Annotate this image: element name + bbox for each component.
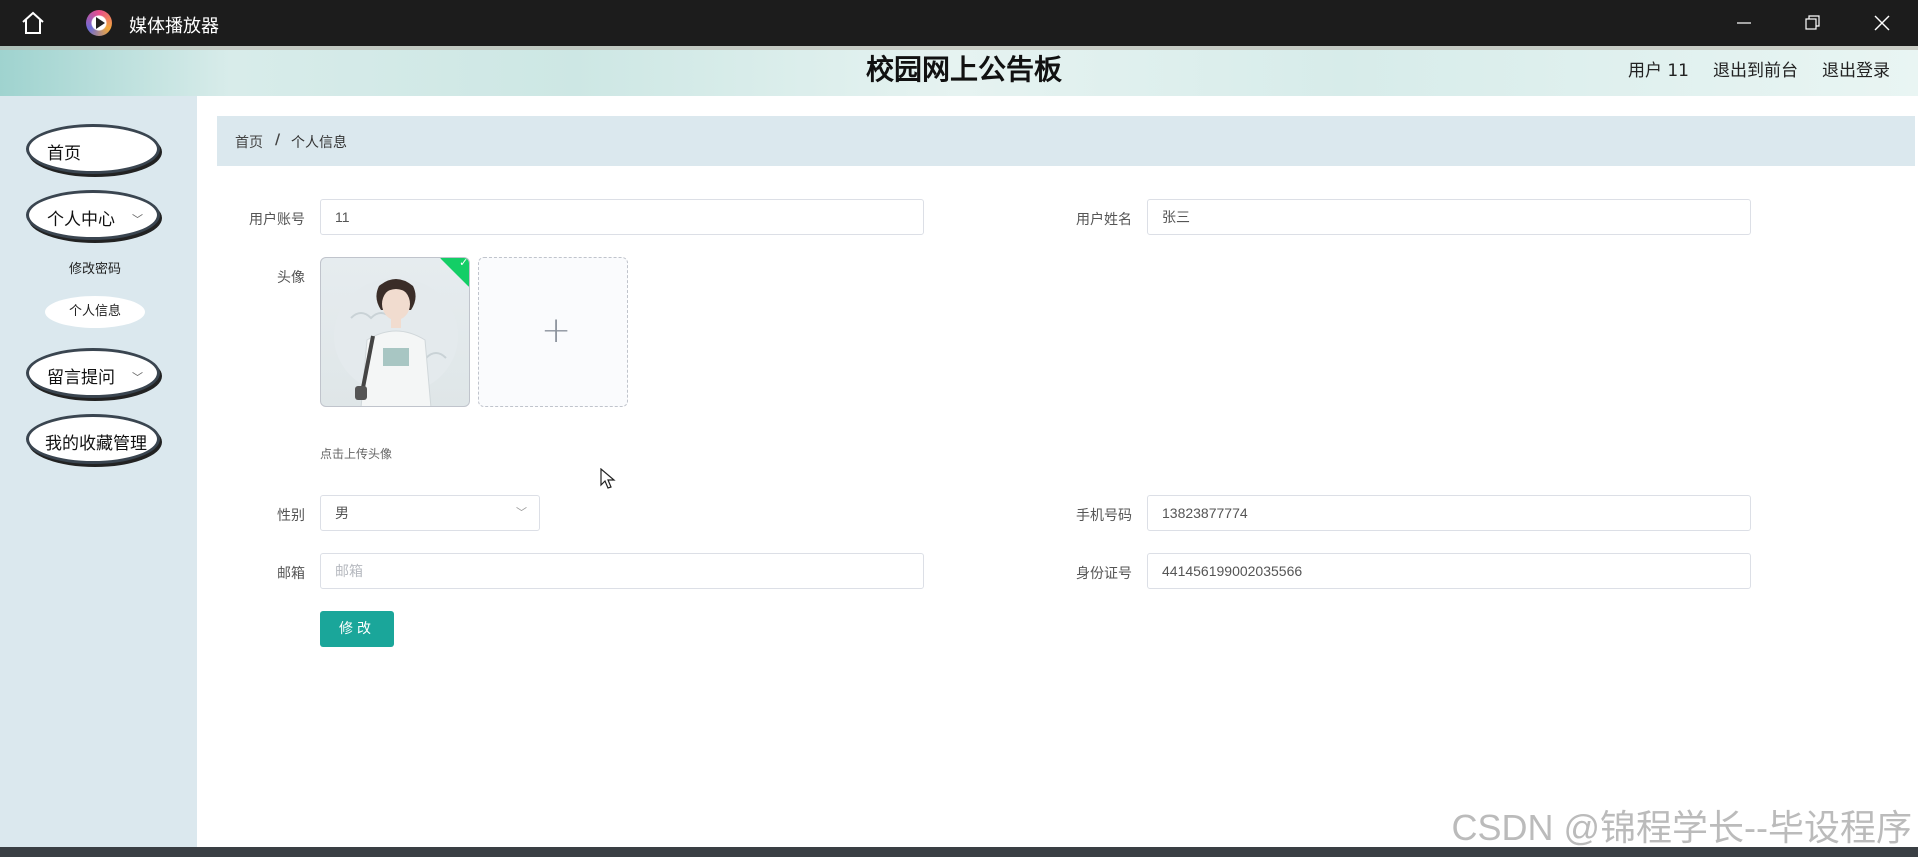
close-icon	[1874, 15, 1890, 31]
gender-select[interactable]: 男 ﹀	[320, 495, 540, 531]
minimize-icon	[1737, 22, 1751, 24]
sidebar-item-label: 留言提问	[47, 368, 115, 388]
avatar-label: 头像	[277, 270, 305, 286]
breadcrumb-current: 个人信息	[291, 135, 347, 151]
restore-button[interactable]	[1790, 8, 1836, 38]
breadcrumb-separator: /	[275, 132, 281, 148]
window-titlebar: 媒体播放器	[0, 0, 1918, 46]
sidebar-item-favorites[interactable]: 我的收藏管理	[26, 414, 160, 464]
sidebar-item-personal-center[interactable]: 个人中心 ﹀	[26, 190, 160, 240]
chevron-down-icon: ﹀	[516, 507, 527, 519]
email-field[interactable]: 邮箱	[320, 553, 924, 589]
name-field[interactable]: 张三	[1147, 199, 1751, 235]
media-player-icon	[86, 10, 112, 36]
avatar-image[interactable]	[320, 257, 470, 407]
restore-icon	[1805, 15, 1820, 30]
chevron-down-icon: ﹀	[132, 213, 143, 226]
gender-label: 性别	[277, 508, 305, 524]
logout-link[interactable]: 退出登录	[1822, 56, 1890, 81]
phone-label: 手机号码	[1076, 508, 1132, 524]
mouse-cursor-icon	[600, 468, 616, 489]
plus-icon: +	[541, 310, 572, 351]
gender-selected-value: 男	[335, 505, 349, 521]
sidebar-item-messages[interactable]: 留言提问 ﹀	[26, 348, 160, 398]
sidebar: 首页 个人中心 ﹀ 修改密码 个人信息 留言提问 ﹀ 我的收藏管理	[0, 96, 197, 847]
avatar-illustration	[334, 278, 458, 406]
account-field[interactable]: 11	[320, 199, 924, 235]
chevron-down-icon: ﹀	[132, 371, 143, 384]
email-label: 邮箱	[277, 566, 305, 582]
window-title: 媒体播放器	[129, 16, 219, 37]
main-content: 首页 / 个人信息 用户账号 11 用户姓名 张三 头像 + 点击上传头像 性别…	[197, 96, 1918, 847]
id-number-label: 身份证号	[1076, 566, 1132, 582]
submit-button[interactable]: 修改	[320, 611, 394, 647]
phone-field[interactable]: 13823877774	[1147, 495, 1751, 531]
id-number-field[interactable]: 441456199002035566	[1147, 553, 1751, 589]
sidebar-subitem-label: 修改密码	[68, 262, 121, 277]
breadcrumb-home[interactable]: 首页	[235, 132, 263, 152]
bottom-bar	[0, 847, 1918, 857]
watermark-text: CSDN @锦程学长--毕设程序	[1451, 807, 1912, 848]
breadcrumb: 首页 / 个人信息	[217, 116, 1915, 166]
current-user-label: 用户 11	[1627, 61, 1689, 81]
sidebar-subitem-personal-info[interactable]: 个人信息	[45, 296, 145, 328]
name-label: 用户姓名	[1076, 212, 1132, 228]
avatar-upload-hint: 点击上传头像	[320, 447, 393, 461]
close-button[interactable]	[1859, 8, 1905, 38]
sidebar-item-label: 我的收藏管理	[45, 434, 147, 454]
account-label: 用户账号	[249, 212, 305, 228]
sidebar-item-label: 首页	[47, 144, 81, 164]
home-icon[interactable]	[20, 11, 46, 35]
sidebar-subitem-change-password[interactable]: 修改密码	[45, 254, 145, 286]
sidebar-item-label: 个人中心	[47, 210, 115, 230]
minimize-button[interactable]	[1721, 8, 1767, 38]
avatar-upload-button[interactable]: +	[478, 257, 628, 407]
site-header: 校园网上公告板 用户 11 退出到前台 退出登录	[0, 46, 1918, 96]
back-to-front-link[interactable]: 退出到前台	[1713, 56, 1798, 81]
sidebar-item-home[interactable]: 首页	[26, 124, 160, 174]
sidebar-subitem-label: 个人信息	[68, 304, 121, 319]
user-links: 用户 11 退出到前台 退出登录	[1628, 56, 1890, 81]
